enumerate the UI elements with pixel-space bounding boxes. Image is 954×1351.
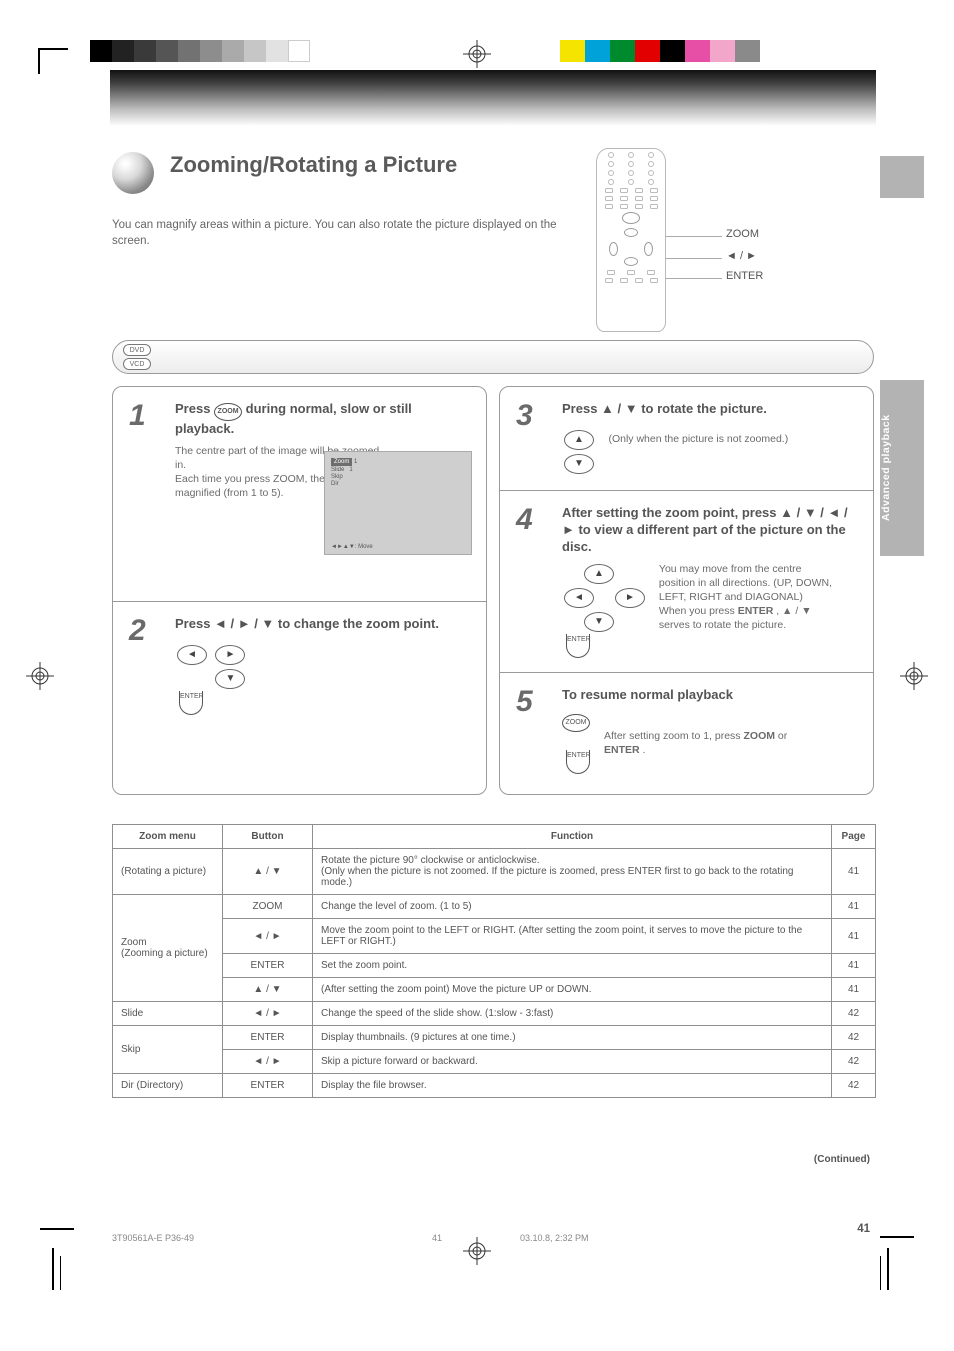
color-calibration-bar <box>560 40 760 62</box>
steps-left-column: 1 Press ZOOM during normal, slow or stil… <box>112 386 487 795</box>
step-body: You may move from the centre position in… <box>659 562 839 633</box>
disc-badge-vcd: VCD <box>123 358 151 370</box>
remote-label-enter: ENTER <box>726 270 763 282</box>
footer-filename: 3T90561A-E P36-49 <box>112 1233 194 1243</box>
step-title: Press ▲ / ▼ to rotate the picture. <box>562 401 859 418</box>
table-row: ENTER Set the zoom point. 41 <box>113 954 876 978</box>
footer-meta: 03.10.8, 2:32 PM <box>520 1233 589 1243</box>
down-arrow-icon: ▼ <box>564 454 594 474</box>
side-tab-label: Advanced playback <box>880 380 924 556</box>
disc-badge-dvd: DVD <box>123 344 151 356</box>
zoom-preview-screen: Zoom 1 Slide 1 Skip Dir ◄►▲▼: Move <box>324 451 472 555</box>
step-title: Press ◄ / ► / ▼ to change the zoom point… <box>175 616 472 633</box>
right-arrow-icon: ► <box>215 645 245 665</box>
up-arrow-icon: ▲ <box>584 564 614 584</box>
left-arrow-icon: ◄ <box>177 645 207 665</box>
page-subtitle: You can magnify areas within a picture. … <box>112 218 584 249</box>
table-row: ◄ / ► Move the zoom point to the LEFT or… <box>113 919 876 954</box>
crop-mark-br <box>880 1230 902 1295</box>
registration-mark-bottom <box>463 1237 491 1265</box>
step-body: (Only when the picture is not zoomed.) <box>608 433 788 445</box>
th-zoom-menu: Zoom menu <box>113 825 223 849</box>
remote-label-zoom: ZOOM <box>726 228 759 240</box>
page-number: 41 <box>857 1223 870 1235</box>
step-number: 2 <box>129 614 146 648</box>
table-row: Skip ENTER Display thumbnails. (9 pictur… <box>113 1026 876 1050</box>
step-title: To resume normal playback <box>562 687 859 704</box>
table-row: ▲ / ▼ (After setting the zoom point) Mov… <box>113 978 876 1002</box>
page-title: Zooming/Rotating a Picture <box>170 152 457 178</box>
table-row: Dir (Directory) ENTER Display the file b… <box>113 1074 876 1098</box>
zoom-button-icon: ZOOM <box>562 714 590 732</box>
enter-button-icon: ENTER <box>566 750 590 774</box>
arrow-button-cluster: ◄ ► ▼ ENTER <box>175 643 472 715</box>
step-title: Press ZOOM during normal, slow or still … <box>175 401 472 438</box>
crop-mark-bl <box>52 1222 74 1295</box>
table-row: (Rotating a picture) ▲ / ▼ Rotate the pi… <box>113 849 876 895</box>
down-arrow-icon: ▼ <box>215 669 245 689</box>
disc-type-bar: DVD VCD <box>112 340 874 374</box>
crop-mark-tl <box>38 48 68 79</box>
registration-mark-left <box>26 662 54 690</box>
up-arrow-icon: ▲ <box>564 430 594 450</box>
steps-right-column: 3 Press ▲ / ▼ to rotate the picture. ▲ (… <box>499 386 874 795</box>
th-button: Button <box>223 825 313 849</box>
step-body: After setting zoom to 1, press ZOOM or E… <box>604 729 814 757</box>
side-tab-marker <box>880 156 924 198</box>
remote-label-arrows: ◄ / ► <box>726 250 757 262</box>
enter-button-icon: ENTER <box>566 634 590 658</box>
registration-mark-top <box>463 40 491 68</box>
table-row: Zoom (Zooming a picture) ZOOM Change the… <box>113 895 876 919</box>
right-arrow-icon: ► <box>615 588 645 608</box>
section-bullet-sphere <box>112 152 154 194</box>
th-function: Function <box>313 825 832 849</box>
continued-label: (Continued) <box>814 1154 870 1165</box>
step-title: After setting the zoom point, press ▲ / … <box>562 505 859 556</box>
left-arrow-icon: ◄ <box>564 588 594 608</box>
zoom-button-icon: ZOOM <box>214 403 242 421</box>
step-number: 4 <box>516 503 533 537</box>
table-row: Slide ◄ / ► Change the speed of the slid… <box>113 1002 876 1026</box>
step-number: 3 <box>516 399 533 433</box>
down-arrow-icon: ▼ <box>584 612 614 632</box>
step-number: 5 <box>516 685 533 719</box>
zoom-menu-table: Zoom menu Button Function Page (Rotating… <box>112 824 876 1098</box>
enter-button-icon: ENTER <box>179 691 203 715</box>
grayscale-calibration-bar <box>90 40 310 62</box>
table-row: ◄ / ► Skip a picture forward or backward… <box>113 1050 876 1074</box>
step-number: 1 <box>129 399 146 433</box>
remote-illustration <box>596 148 666 332</box>
header-gradient <box>110 70 876 126</box>
th-page: Page <box>832 825 876 849</box>
footer-page-number: 41 <box>432 1233 442 1243</box>
registration-mark-right <box>900 662 928 690</box>
